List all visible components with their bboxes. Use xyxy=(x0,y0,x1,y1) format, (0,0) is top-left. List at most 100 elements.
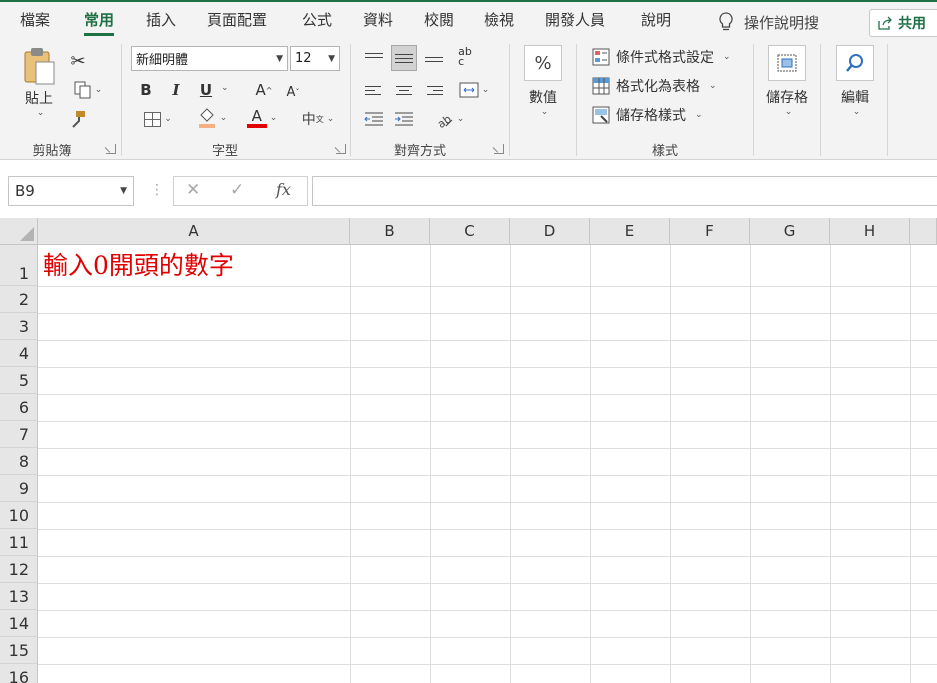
align-center-button[interactable] xyxy=(392,79,416,101)
copy-button[interactable]: ⌄ xyxy=(66,79,110,101)
column-header-b[interactable]: B xyxy=(350,218,430,245)
borders-button[interactable]: ⌄ xyxy=(136,108,180,130)
enter-check-icon[interactable]: ✓ xyxy=(230,180,244,200)
row-header-9[interactable]: 9 xyxy=(0,475,38,502)
column-header-partial[interactable] xyxy=(910,218,937,245)
tab-formulas[interactable]: 公式 xyxy=(302,10,332,34)
ribbon: 貼上 ⌄ ✂ ⌄ 剪貼簿 新細明體 ▼ 12 ▼ B I U ⌄ A ^ Aˇ ⌄… xyxy=(0,38,937,160)
row-header-4[interactable]: 4 xyxy=(0,340,38,367)
tab-view[interactable]: 檢視 xyxy=(484,10,514,34)
alignment-launcher-icon[interactable] xyxy=(494,144,504,154)
row-header-10[interactable]: 10 xyxy=(0,502,38,529)
gridline xyxy=(38,286,937,287)
align-left-button[interactable] xyxy=(362,79,386,101)
tab-file[interactable]: 檔案 xyxy=(20,10,50,34)
row-header-1[interactable]: 1 xyxy=(0,245,38,286)
ribbon-tab-bar: 檔案 常用 插入 頁面配置 公式 資料 校閱 檢視 開發人員 說明 操作說明搜 … xyxy=(0,0,937,38)
editing-button[interactable]: 編輯 ⌄ xyxy=(833,45,877,117)
font-color-button[interactable]: A ⌄ xyxy=(240,106,284,130)
cancel-icon[interactable]: ✕ xyxy=(186,180,200,200)
bold-button[interactable]: B xyxy=(136,79,156,101)
tab-help[interactable]: 說明 xyxy=(641,10,671,34)
tab-developer[interactable]: 開發人員 xyxy=(545,10,605,34)
row-header-14[interactable]: 14 xyxy=(0,610,38,637)
align-right-button[interactable] xyxy=(422,79,446,101)
editing-label: 編輯 xyxy=(841,90,869,106)
tab-data[interactable]: 資料 xyxy=(363,10,393,34)
formula-bar-grip-icon[interactable]: ⋮ xyxy=(150,182,164,198)
merge-center-button[interactable]: ⌄ xyxy=(452,79,496,101)
formula-input[interactable] xyxy=(312,176,937,206)
align-middle-button[interactable] xyxy=(391,45,417,71)
insert-function-button[interactable]: fx xyxy=(276,180,291,199)
row-header-11[interactable]: 11 xyxy=(0,529,38,556)
grow-font-button[interactable]: A ^ xyxy=(254,79,274,101)
row-header-6[interactable]: 6 xyxy=(0,394,38,421)
merge-cells-icon xyxy=(459,82,479,98)
name-box[interactable]: B9 ▼ xyxy=(8,176,134,206)
cell-a1[interactable]: 輸入0開頭的數字 xyxy=(43,251,234,281)
row-header-8[interactable]: 8 xyxy=(0,448,38,475)
align-bottom-button[interactable] xyxy=(422,46,446,68)
tell-me-search[interactable]: 操作說明搜 xyxy=(718,11,819,33)
row-header-3[interactable]: 3 xyxy=(0,313,38,340)
cells-button[interactable]: 儲存格 ⌄ xyxy=(762,45,812,117)
tab-home[interactable]: 常用 xyxy=(84,10,115,36)
font-launcher-icon[interactable] xyxy=(336,144,346,154)
row-header-13[interactable]: 13 xyxy=(0,583,38,610)
chevron-down-icon: ⌄ xyxy=(164,114,172,124)
conditional-formatting-button[interactable]: 條件式格式設定 ⌄ xyxy=(592,46,731,68)
cut-icon[interactable]: ✂ xyxy=(67,50,89,72)
format-as-table-button[interactable]: 格式化為表格 ⌄ xyxy=(592,75,717,97)
chevron-down-icon: ⌄ xyxy=(540,107,549,117)
align-middle-icon xyxy=(395,53,413,63)
format-painter-icon[interactable] xyxy=(66,108,90,130)
gridline xyxy=(510,245,511,683)
font-name-combo[interactable]: 新細明體 ▼ xyxy=(131,46,288,71)
row-header-5[interactable]: 5 xyxy=(0,367,38,394)
clipboard-launcher-icon[interactable] xyxy=(106,144,116,154)
shrink-font-button[interactable]: Aˇ xyxy=(283,81,303,103)
row-header-12[interactable]: 12 xyxy=(0,556,38,583)
column-header-c[interactable]: C xyxy=(430,218,510,245)
row-header-7[interactable]: 7 xyxy=(0,421,38,448)
fill-color-button[interactable]: ⌄ xyxy=(190,106,234,130)
orientation-button[interactable]: ab ⌄ xyxy=(428,108,470,130)
column-header-d[interactable]: D xyxy=(510,218,590,245)
wrap-text-button[interactable]: ab c xyxy=(452,44,478,70)
row-header-2[interactable]: 2 xyxy=(0,286,38,313)
alignment-group-label: 對齊方式 xyxy=(393,144,446,159)
italic-button[interactable]: I xyxy=(166,79,186,101)
row-header-16[interactable]: 16 xyxy=(0,664,38,683)
chevron-down-icon[interactable]: ⌄ xyxy=(221,83,229,93)
chevron-down-icon: ▼ xyxy=(276,54,283,64)
paste-button[interactable]: 貼上 ⌄ xyxy=(18,46,60,118)
tab-insert[interactable]: 插入 xyxy=(146,10,176,34)
number-format-button[interactable]: % 數值 ⌄ xyxy=(521,45,565,117)
align-left-icon xyxy=(365,85,383,95)
gridline xyxy=(910,245,911,683)
column-header-f[interactable]: F xyxy=(670,218,750,245)
tab-review[interactable]: 校閱 xyxy=(424,10,454,34)
gridline xyxy=(38,367,937,368)
row-header-15[interactable]: 15 xyxy=(0,637,38,664)
increase-indent-button[interactable] xyxy=(392,108,416,130)
decrease-indent-button[interactable] xyxy=(362,108,386,130)
gridline xyxy=(670,245,671,683)
increase-indent-icon xyxy=(395,112,413,126)
gridline xyxy=(38,637,937,638)
column-header-a[interactable]: A xyxy=(38,218,350,245)
phonetic-guide-button[interactable]: 中 文 ⌄ xyxy=(296,108,340,130)
underline-button[interactable]: U xyxy=(196,79,216,101)
tab-page-layout[interactable]: 頁面配置 xyxy=(207,10,267,34)
share-button[interactable]: 共用 xyxy=(869,9,937,37)
column-header-h[interactable]: H xyxy=(830,218,910,245)
worksheet-grid[interactable]: A B C D E F G H 1 2 3 4 5 6 7 8 9 10 11 … xyxy=(0,218,937,683)
name-box-value: B9 xyxy=(15,182,35,200)
align-top-button[interactable] xyxy=(362,46,386,68)
column-header-e[interactable]: E xyxy=(590,218,670,245)
font-size-combo[interactable]: 12 ▼ xyxy=(290,46,340,71)
select-all-corner[interactable] xyxy=(0,218,38,245)
cell-styles-button[interactable]: 儲存格樣式 ⌄ xyxy=(592,104,703,126)
column-header-g[interactable]: G xyxy=(750,218,830,245)
